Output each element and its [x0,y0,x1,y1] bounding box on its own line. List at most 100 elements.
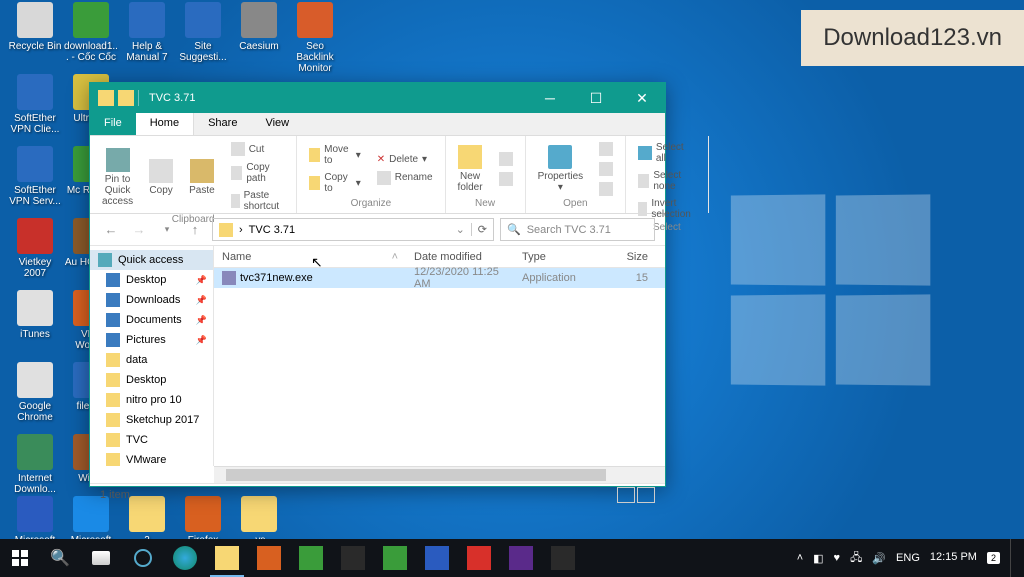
easy-access-button[interactable] [495,170,517,188]
copy-button[interactable]: Copy [145,157,177,198]
copy-to-button[interactable]: Copy to ▾ [305,170,364,196]
navigation-pane[interactable]: Quick access Desktop📌Downloads📌Documents… [90,246,214,466]
taskbar-task-view[interactable] [80,539,122,577]
delete-button[interactable]: ✕Delete ▾ [373,152,437,167]
maximize-button[interactable]: ☐ [573,83,619,113]
search-icon: 🔍 [507,223,521,236]
select-none-button[interactable]: Select none [634,168,699,194]
nav-item[interactable]: TVC [90,430,213,450]
desktop-icon[interactable]: Caesium [232,2,286,52]
taskbar-explorer[interactable] [206,539,248,577]
start-button[interactable] [0,539,40,577]
taskbar-app-5[interactable] [416,539,458,577]
tray-clock[interactable]: 12:15 PM [930,551,977,564]
new-item-button[interactable] [495,150,517,168]
desktop-icon[interactable]: SoftEther VPN Clie... [8,74,62,135]
forward-button[interactable]: → [128,219,150,241]
desktop-icon[interactable]: download1... - Cốc Cốc [64,2,118,63]
nav-quick-access[interactable]: Quick access [90,250,213,270]
select-all-button[interactable]: Select all [634,140,699,166]
col-type[interactable]: Type [514,251,606,263]
path-chevron: › [239,224,243,236]
desktop-icon[interactable]: Internet Downlo... [8,434,62,495]
tray-notifications[interactable]: 2 [987,552,1000,564]
file-row[interactable]: tvc371new.exe12/23/2020 11:25 AMApplicat… [214,268,665,288]
tray-chevron-icon[interactable]: ˄ [797,552,803,564]
taskbar-app-7[interactable] [500,539,542,577]
refresh-button[interactable]: ⟳ [471,223,487,236]
nav-item[interactable]: VMware [90,450,213,466]
desktop-icon[interactable]: Help & Manual 7 [120,2,174,63]
col-size[interactable]: Size [606,251,656,263]
tray-volume-icon[interactable]: 🔊 [872,552,886,565]
horizontal-scrollbar[interactable] [214,466,665,483]
paste-button[interactable]: Paste [185,157,219,198]
titlebar[interactable]: TVC 3.71 ─ ☐ ✕ [90,83,665,113]
desktop-icon[interactable]: Seo Backlink Monitor [288,2,342,74]
rename-button[interactable]: Rename [373,169,437,187]
taskbar-app-8[interactable] [542,539,584,577]
nav-item[interactable]: Pictures📌 [90,330,213,350]
paste-shortcut-button[interactable]: Paste shortcut [227,188,289,214]
nav-item[interactable]: Desktop [90,370,213,390]
taskbar-app-2[interactable] [290,539,332,577]
taskbar-app-3[interactable] [332,539,374,577]
tray-network-icon[interactable]: 🖧 [850,549,862,568]
col-name[interactable]: Name ˄ [214,251,406,263]
nav-item[interactable]: Sketchup 2017 [90,410,213,430]
cut-button[interactable]: Cut [227,140,289,158]
group-organize: Organize [305,198,436,209]
desktop-icon[interactable]: Google Chrome [8,362,62,423]
taskbar-app-4[interactable] [374,539,416,577]
tab-view[interactable]: View [251,113,303,135]
edit-button[interactable] [595,160,617,178]
new-folder-button[interactable]: New folder [454,143,487,195]
tab-share[interactable]: Share [194,113,251,135]
star-icon [98,253,112,267]
nav-item[interactable]: nitro pro 10 [90,390,213,410]
path-dropdown-icon[interactable]: ⌄ [456,223,465,236]
copy-path-button[interactable]: Copy path [227,160,289,186]
desktop-icon[interactable]: Site Suggesti... [176,2,230,63]
up-button[interactable]: ↑ [184,219,206,241]
back-button[interactable]: ← [100,219,122,241]
tab-home[interactable]: Home [136,113,194,135]
thumbnails-view-button[interactable] [637,487,655,503]
search-box[interactable]: 🔍 Search TVC 3.71 [500,218,655,241]
details-view-button[interactable] [617,487,635,503]
path-segment[interactable]: TVC 3.71 [249,224,295,236]
move-to-button[interactable]: Move to ▾ [305,142,364,168]
tray-icon-2[interactable]: ♥ [834,552,841,564]
desktop-icon[interactable]: Vietkey 2007 [8,218,62,279]
desktop-icon[interactable]: SoftEther VPN Serv... [8,146,62,207]
nav-item[interactable]: data [90,350,213,370]
taskbar-app-6[interactable] [458,539,500,577]
nav-item[interactable]: Documents📌 [90,310,213,330]
nav-item[interactable]: Desktop📌 [90,270,213,290]
history-button[interactable] [595,180,617,198]
select-all-icon [638,146,652,160]
tray-icon-1[interactable]: ◧ [813,552,823,565]
recent-button[interactable]: ▾ [156,219,178,241]
taskbar-search-button[interactable]: 🔍 [40,548,80,568]
taskbar-app-1[interactable] [248,539,290,577]
tab-file[interactable]: File [90,113,136,135]
tray-lang[interactable]: ENG [896,552,920,564]
close-button[interactable]: ✕ [619,83,665,113]
minimize-button[interactable]: ─ [527,83,573,113]
nav-item[interactable]: Downloads📌 [90,290,213,310]
taskbar-edge[interactable] [164,539,206,577]
folder-icon [98,90,114,106]
qat-icon[interactable] [118,90,134,106]
properties-button[interactable]: Properties ▾ [534,143,588,195]
show-desktop-button[interactable] [1010,539,1016,577]
system-tray: ˄ ◧ ♥ 🖧 🔊 ENG 12:15 PM 2 [797,539,1024,577]
open-button[interactable] [595,140,617,158]
path-box[interactable]: › TVC 3.71 ⌄ ⟳ [212,218,494,241]
open-icon [599,142,613,156]
desktop-icon[interactable]: iTunes [8,290,62,340]
desktop-icon[interactable]: Recycle Bin [8,2,62,52]
col-date[interactable]: Date modified [406,251,514,263]
taskbar-cortana[interactable] [122,539,164,577]
pin-quick-access-button[interactable]: Pin to Quick access [98,146,137,209]
